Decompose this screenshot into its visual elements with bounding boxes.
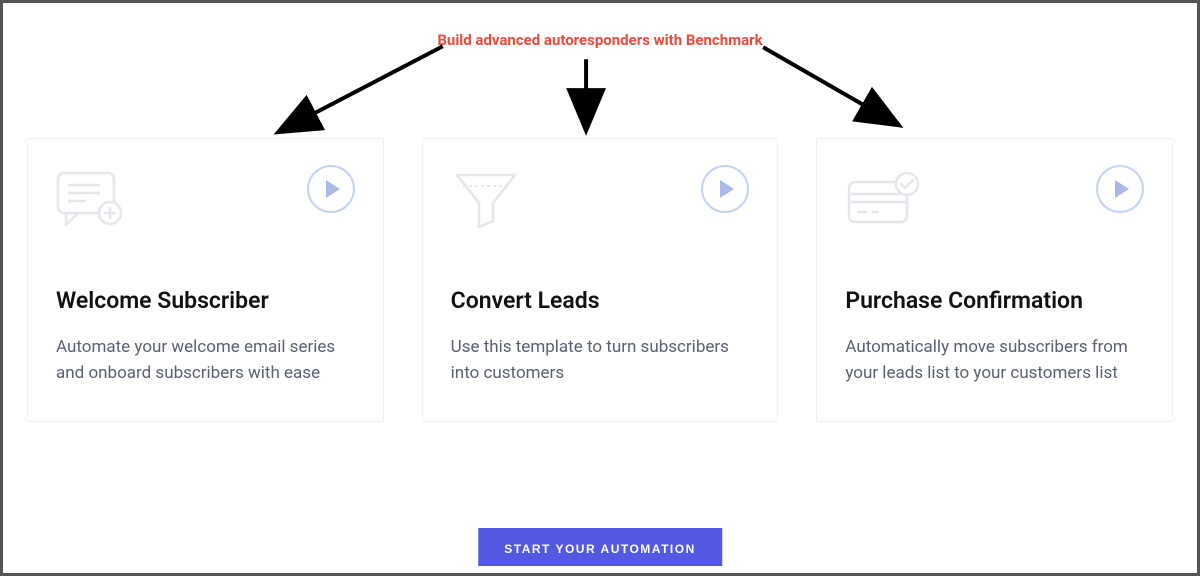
card-title: Purchase Confirmation (845, 287, 1144, 314)
card-description: Use this template to turn subscribers in… (451, 334, 750, 387)
template-card-welcome[interactable]: Welcome Subscriber Automate your welcome… (27, 138, 384, 422)
start-automation-button[interactable]: START YOUR AUTOMATION (478, 528, 722, 566)
template-card-convert[interactable]: Convert Leads Use this template to turn … (422, 138, 779, 422)
play-icon (720, 180, 734, 198)
card-description: Automatically move subscribers from your… (845, 334, 1144, 387)
template-card-purchase[interactable]: Purchase Confirmation Automatically move… (816, 138, 1173, 422)
play-button[interactable] (701, 165, 749, 213)
play-button[interactable] (307, 165, 355, 213)
play-icon (1115, 180, 1129, 198)
annotation-title: Build advanced autoresponders with Bench… (437, 31, 762, 49)
template-cards-container: Welcome Subscriber Automate your welcome… (27, 138, 1173, 422)
card-header (56, 165, 355, 245)
play-icon (326, 180, 340, 198)
card-description: Automate your welcome email series and o… (56, 334, 355, 387)
card-title: Welcome Subscriber (56, 287, 355, 314)
play-button[interactable] (1096, 165, 1144, 213)
card-title: Convert Leads (451, 287, 750, 314)
funnel-icon (451, 165, 531, 235)
card-check-icon (845, 165, 925, 235)
chat-plus-icon (56, 165, 136, 235)
card-header (451, 165, 750, 245)
card-header (845, 165, 1144, 245)
